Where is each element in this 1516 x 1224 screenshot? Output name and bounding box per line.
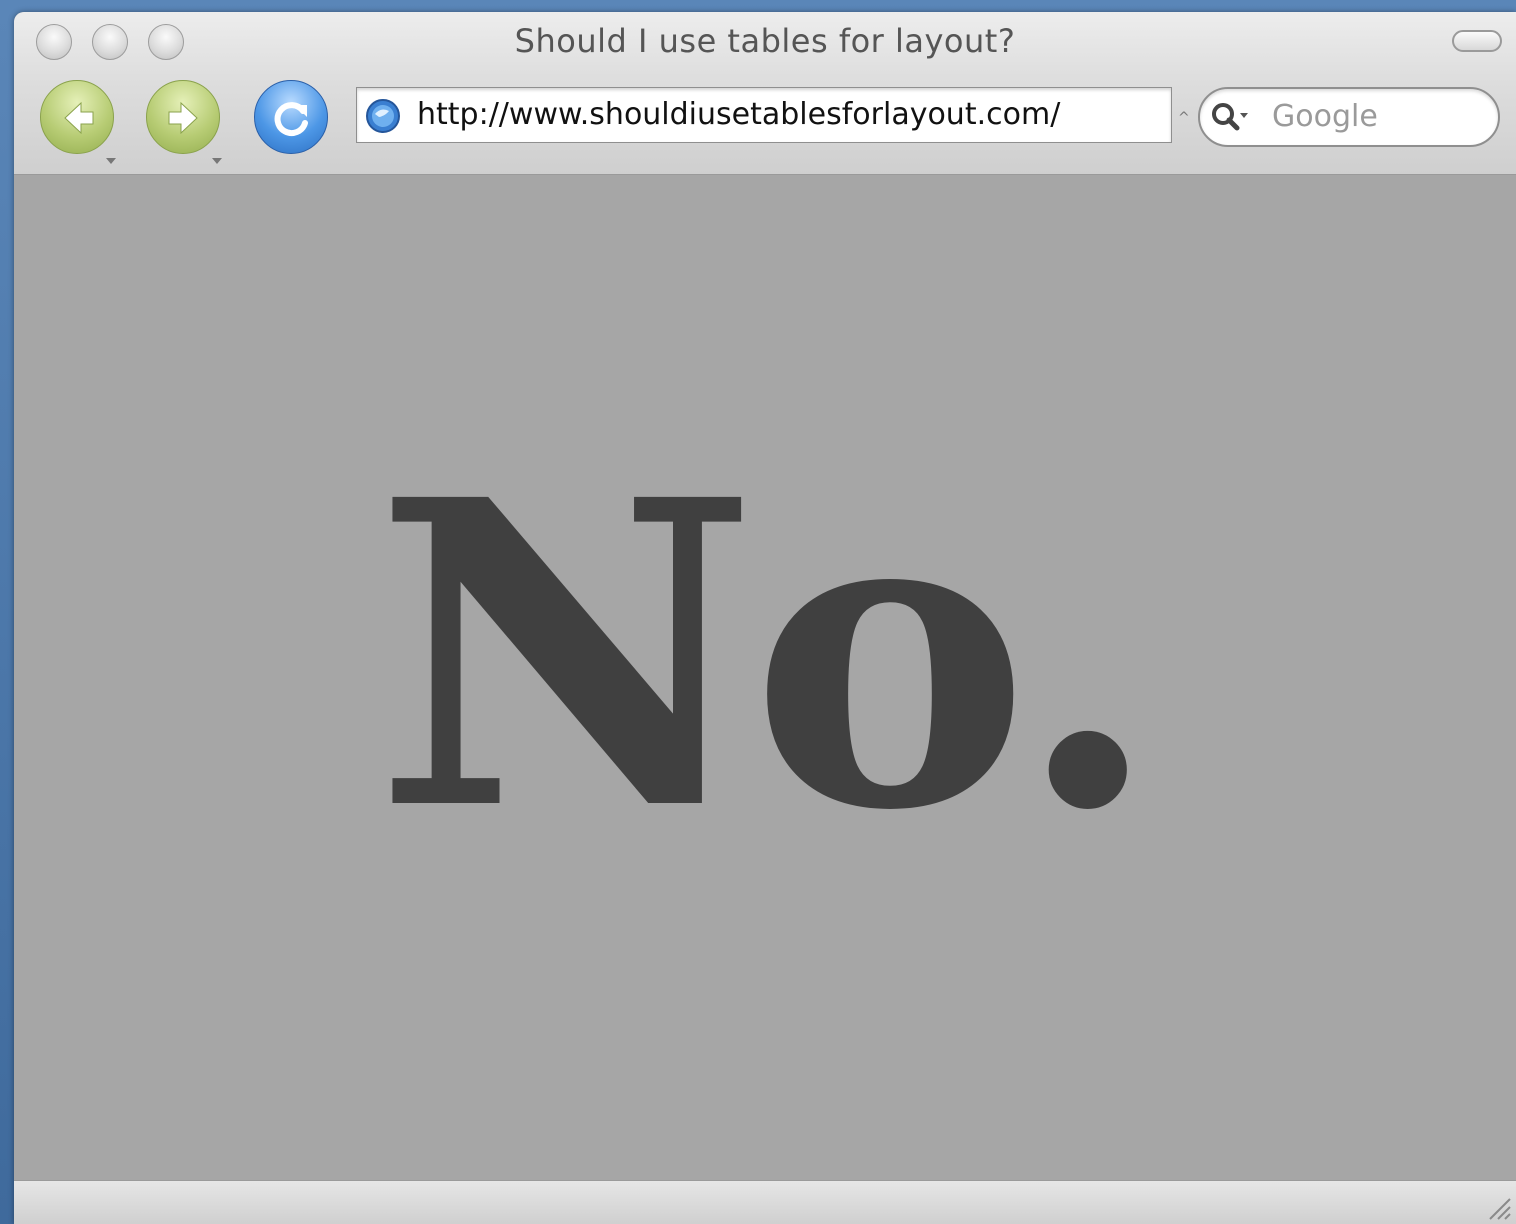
forward-history-chevron-icon[interactable] [212,158,222,164]
address-bar[interactable]: http://www.shouldiusetablesforlayout.com… [356,87,1172,143]
reload-icon [274,102,308,137]
forward-button[interactable] [146,80,220,154]
back-arrow-icon [64,101,94,135]
status-bar [14,1180,1516,1224]
resize-grip-icon[interactable] [1484,1193,1512,1221]
globe-icon [366,99,400,133]
browser-chrome: Should I use tables for layout? http://w… [14,12,1516,175]
search-placeholder: Google [1272,99,1378,134]
answer-heading: No. [374,410,1161,903]
toolbar-toggle-button[interactable] [1452,30,1502,52]
page-content: No. [14,175,1516,1180]
browser-window: Should I use tables for layout? http://w… [14,12,1516,1224]
title-bar[interactable]: Should I use tables for layout? [14,12,1516,74]
reload-button[interactable] [254,80,328,154]
search-icon[interactable] [1210,101,1250,135]
back-button[interactable] [40,80,114,154]
address-bar-resize-handle[interactable]: ^ [1178,110,1190,126]
forward-arrow-icon [168,101,198,135]
search-field[interactable]: Google [1198,87,1500,147]
url-text[interactable]: http://www.shouldiusetablesforlayout.com… [417,97,1060,132]
window-title: Should I use tables for layout? [514,22,1016,60]
back-history-chevron-icon[interactable] [106,158,116,164]
